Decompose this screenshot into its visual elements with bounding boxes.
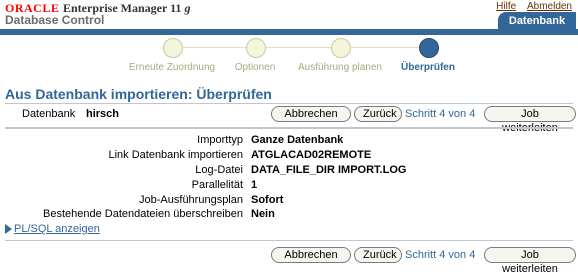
footer-divider bbox=[5, 240, 573, 241]
train-line bbox=[172, 47, 428, 48]
disclosure-arrow-icon bbox=[5, 224, 12, 235]
detail-label: Importtyp bbox=[197, 134, 243, 146]
tab-database[interactable]: Datenbank bbox=[498, 12, 576, 30]
train-step-3-icon[interactable] bbox=[331, 38, 351, 58]
show-plsql-toggle[interactable]: PL/SQL anzeigen bbox=[5, 223, 100, 235]
help-link[interactable]: Hilfe bbox=[496, 1, 516, 12]
page-title: Aus Datenbank importieren: Überprüfen bbox=[5, 86, 272, 102]
back-button-bottom[interactable]: Zurück bbox=[354, 247, 402, 263]
product-subtitle: Database Control bbox=[5, 13, 105, 27]
detail-label: Job-Ausführungsplan bbox=[139, 194, 243, 206]
train-step-1-icon[interactable] bbox=[163, 38, 183, 58]
detail-label: Link Datenbank importieren bbox=[108, 149, 243, 161]
detail-value: 1 bbox=[251, 179, 258, 191]
detail-label: Log-Datei bbox=[195, 164, 243, 176]
detail-label: Parallelität bbox=[191, 179, 243, 191]
submit-job-button[interactable]: Job weiterleiten bbox=[484, 106, 576, 134]
global-links: Hilfe Abmelden bbox=[488, 1, 572, 12]
title-divider bbox=[5, 103, 573, 104]
step-info: Schritt 4 von 4 bbox=[405, 108, 476, 120]
detail-label: Bestehende Datendateien überschreiben bbox=[43, 208, 243, 220]
step-info-bottom: Schritt 4 von 4 bbox=[405, 249, 476, 261]
train-step-4-label: Überprüfen bbox=[401, 62, 455, 73]
detail-value: ATGLACAD02REMOTE bbox=[251, 149, 372, 161]
database-value: hirsch bbox=[86, 108, 120, 120]
tab-bar bbox=[0, 29, 578, 35]
train-step-4-icon bbox=[419, 38, 439, 58]
submit-job-button-bottom[interactable]: Job weiterleiten bbox=[484, 247, 576, 275]
database-label: Datenbank bbox=[22, 108, 76, 120]
section-divider bbox=[5, 127, 573, 129]
detail-value: Sofort bbox=[251, 194, 284, 206]
detail-value: DATA_FILE_DIR IMPORT.LOG bbox=[251, 164, 407, 176]
detail-value: Ganze Datenbank bbox=[251, 134, 344, 146]
cancel-button-bottom[interactable]: Abbrechen bbox=[271, 247, 351, 263]
cancel-button[interactable]: Abbrechen bbox=[271, 106, 351, 122]
detail-value: Nein bbox=[251, 208, 275, 220]
train-step-2-icon[interactable] bbox=[246, 38, 266, 58]
back-button[interactable]: Zurück bbox=[354, 106, 402, 122]
logout-link[interactable]: Abmelden bbox=[527, 1, 572, 12]
